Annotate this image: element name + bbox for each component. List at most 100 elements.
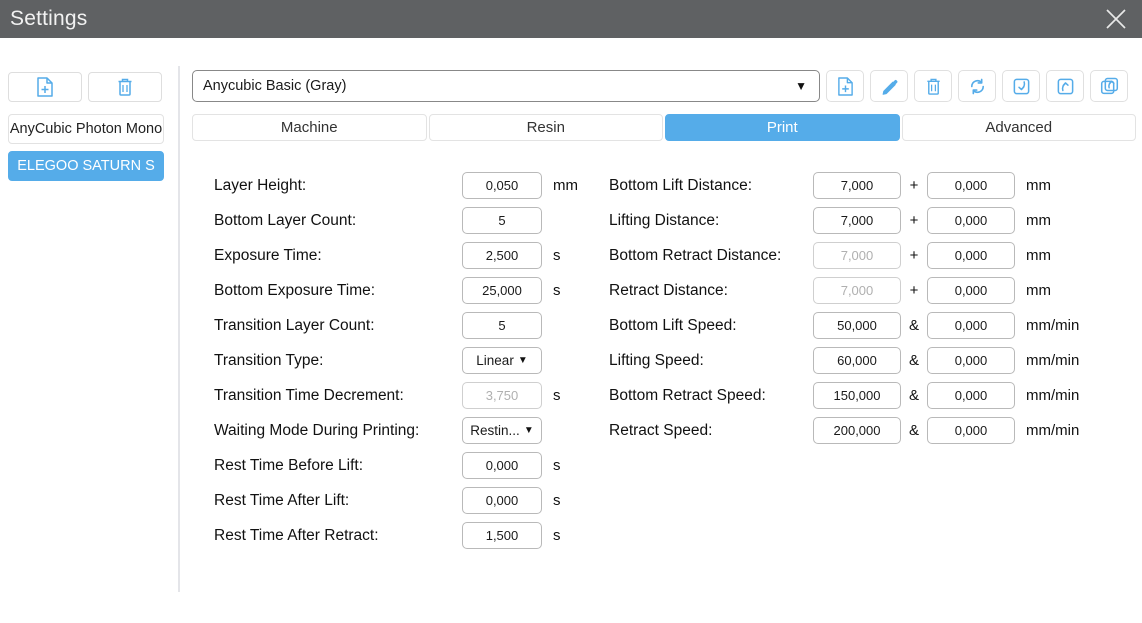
form-row-transition-type: Transition Type:Linear▼	[214, 343, 584, 378]
transition-type-dropdown[interactable]: Linear▼	[462, 347, 542, 374]
printer-list-item[interactable]: ELEGOO SATURN S	[8, 151, 164, 181]
form-row-retract-distance: Retract Distance:7,000+0,000mm	[609, 273, 1109, 308]
field-unit: s	[553, 527, 561, 544]
tab-label: Advanced	[985, 119, 1052, 136]
form-row-lifting-distance: Lifting Distance:7,000+0,000mm	[609, 203, 1109, 238]
lifting-distance-primary-input[interactable]: 7,000	[813, 207, 901, 234]
profile-action-buttons	[826, 70, 1128, 102]
field-label: Lifting Speed:	[609, 352, 813, 370]
delete-printer-button[interactable]	[88, 72, 162, 102]
layer-height-input[interactable]: 0,050	[462, 172, 542, 199]
transition-layer-count-input[interactable]: 5	[462, 312, 542, 339]
tab-advanced[interactable]: Advanced	[902, 114, 1137, 141]
form-row-transition-layer-count: Transition Layer Count:5	[214, 308, 584, 343]
field-unit: s	[553, 282, 561, 299]
rest-time-after-lift-input[interactable]: 0,000	[462, 487, 542, 514]
new-printer-button[interactable]	[8, 72, 82, 102]
field-operator: +	[901, 282, 927, 299]
field-unit: s	[553, 387, 561, 404]
form-row-rest-time-before-lift: Rest Time Before Lift:0,000s	[214, 448, 584, 483]
export-profile-button[interactable]	[1046, 70, 1084, 102]
field-operator: &	[901, 387, 927, 404]
field-label: Rest Time After Retract:	[214, 527, 462, 545]
pencil-icon	[881, 77, 898, 96]
field-label: Bottom Retract Distance:	[609, 247, 813, 265]
field-operator: +	[901, 247, 927, 264]
form-row-transition-time-decrement: Transition Time Decrement:3,750s	[214, 378, 584, 413]
form-row-rest-time-after-lift: Rest Time After Lift:0,000s	[214, 483, 584, 518]
lifting-speed-primary-input[interactable]: 60,000	[813, 347, 901, 374]
file-plus-icon	[837, 77, 854, 96]
field-operator: &	[901, 317, 927, 334]
field-unit: mm/min	[1026, 387, 1079, 404]
export-all-profiles-button[interactable]	[1090, 70, 1128, 102]
form-row-layer-height: Layer Height:0,050mm	[214, 168, 584, 203]
tab-label: Machine	[281, 119, 338, 136]
rest-time-after-retract-input[interactable]: 1,500	[462, 522, 542, 549]
settings-tabs: Machine Resin Print Advanced	[192, 114, 1136, 141]
exposure-time-input[interactable]: 2,500	[462, 242, 542, 269]
bottom-exposure-time-input[interactable]: 25,000	[462, 277, 542, 304]
chevron-down-icon: ▼	[518, 355, 528, 366]
chevron-down-icon: ▼	[795, 79, 807, 93]
retract-distance-secondary-input[interactable]: 0,000	[927, 277, 1015, 304]
window-title-bar: Settings	[0, 0, 1142, 38]
retract-speed-primary-input[interactable]: 200,000	[813, 417, 901, 444]
printer-list-item[interactable]: AnyCubic Photon Mono	[8, 114, 164, 144]
form-row-retract-speed: Retract Speed:200,000&0,000mm/min	[609, 413, 1109, 448]
bottom-retract-speed-primary-input[interactable]: 150,000	[813, 382, 901, 409]
edit-profile-button[interactable]	[870, 70, 908, 102]
import-profile-button[interactable]	[1002, 70, 1040, 102]
bottom-lift-speed-primary-input[interactable]: 50,000	[813, 312, 901, 339]
form-row-bottom-exposure-time: Bottom Exposure Time:25,000 s	[214, 273, 584, 308]
bottom-lift-distance-primary-input[interactable]: 7,000	[813, 172, 901, 199]
bottom-lift-distance-secondary-input[interactable]: 0,000	[927, 172, 1015, 199]
retract-speed-secondary-input[interactable]: 0,000	[927, 417, 1015, 444]
window-title: Settings	[10, 7, 87, 31]
rest-time-before-lift-input[interactable]: 0,000	[462, 452, 542, 479]
field-unit: mm	[1026, 212, 1051, 229]
tab-print[interactable]: Print	[665, 114, 900, 141]
resin-profile-dropdown[interactable]: Anycubic Basic (Gray) ▼	[192, 70, 820, 102]
field-label: Bottom Exposure Time:	[214, 282, 462, 300]
field-label: Rest Time After Lift:	[214, 492, 462, 510]
field-operator: &	[901, 422, 927, 439]
tab-machine[interactable]: Machine	[192, 114, 427, 141]
profile-row: Anycubic Basic (Gray) ▼	[192, 70, 1136, 102]
field-unit: mm/min	[1026, 317, 1079, 334]
bottom-retract-distance-secondary-input[interactable]: 0,000	[927, 242, 1015, 269]
chevron-down-icon: ▼	[524, 425, 534, 436]
form-row-bottom-layer-count: Bottom Layer Count:5	[214, 203, 584, 238]
field-label: Layer Height:	[214, 177, 462, 195]
form-column-right: Bottom Lift Distance:7,000+0,000mmLiftin…	[609, 168, 1109, 448]
field-operator: +	[901, 212, 927, 229]
tab-label: Resin	[527, 119, 565, 136]
bottom-layer-count-input[interactable]: 5	[462, 207, 542, 234]
export-icon	[1056, 77, 1075, 96]
bottom-retract-speed-secondary-input[interactable]: 0,000	[927, 382, 1015, 409]
tab-resin[interactable]: Resin	[429, 114, 664, 141]
reset-profile-button[interactable]	[958, 70, 996, 102]
field-unit: mm/min	[1026, 422, 1079, 439]
field-unit: mm	[1026, 247, 1051, 264]
trash-icon	[925, 77, 942, 96]
bottom-lift-speed-secondary-input[interactable]: 0,000	[927, 312, 1015, 339]
printer-list-item-label: ELEGOO SATURN S	[17, 158, 155, 174]
field-label: Transition Layer Count:	[214, 317, 462, 335]
print-settings-form: Layer Height:0,050mmBottom Layer Count:5…	[186, 168, 1142, 608]
field-label: Waiting Mode During Printing:	[214, 422, 462, 440]
file-plus-icon	[36, 77, 54, 97]
import-icon	[1012, 77, 1031, 96]
waiting-mode-during-printing-dropdown[interactable]: Restin...▼	[462, 417, 542, 444]
lifting-distance-secondary-input[interactable]: 0,000	[927, 207, 1015, 234]
printer-list: AnyCubic Photon Mono ELEGOO SATURN S	[8, 114, 164, 188]
field-label: Bottom Lift Speed:	[609, 317, 813, 335]
new-profile-button[interactable]	[826, 70, 864, 102]
lifting-speed-secondary-input[interactable]: 0,000	[927, 347, 1015, 374]
form-row-exposure-time: Exposure Time:2,500s	[214, 238, 584, 273]
close-button[interactable]	[1090, 0, 1142, 38]
printer-toolbar	[8, 72, 162, 102]
form-row-bottom-retract-speed: Bottom Retract Speed:150,000&0,000mm/min	[609, 378, 1109, 413]
delete-profile-button[interactable]	[914, 70, 952, 102]
transition-time-decrement-input: 3,750	[462, 382, 542, 409]
